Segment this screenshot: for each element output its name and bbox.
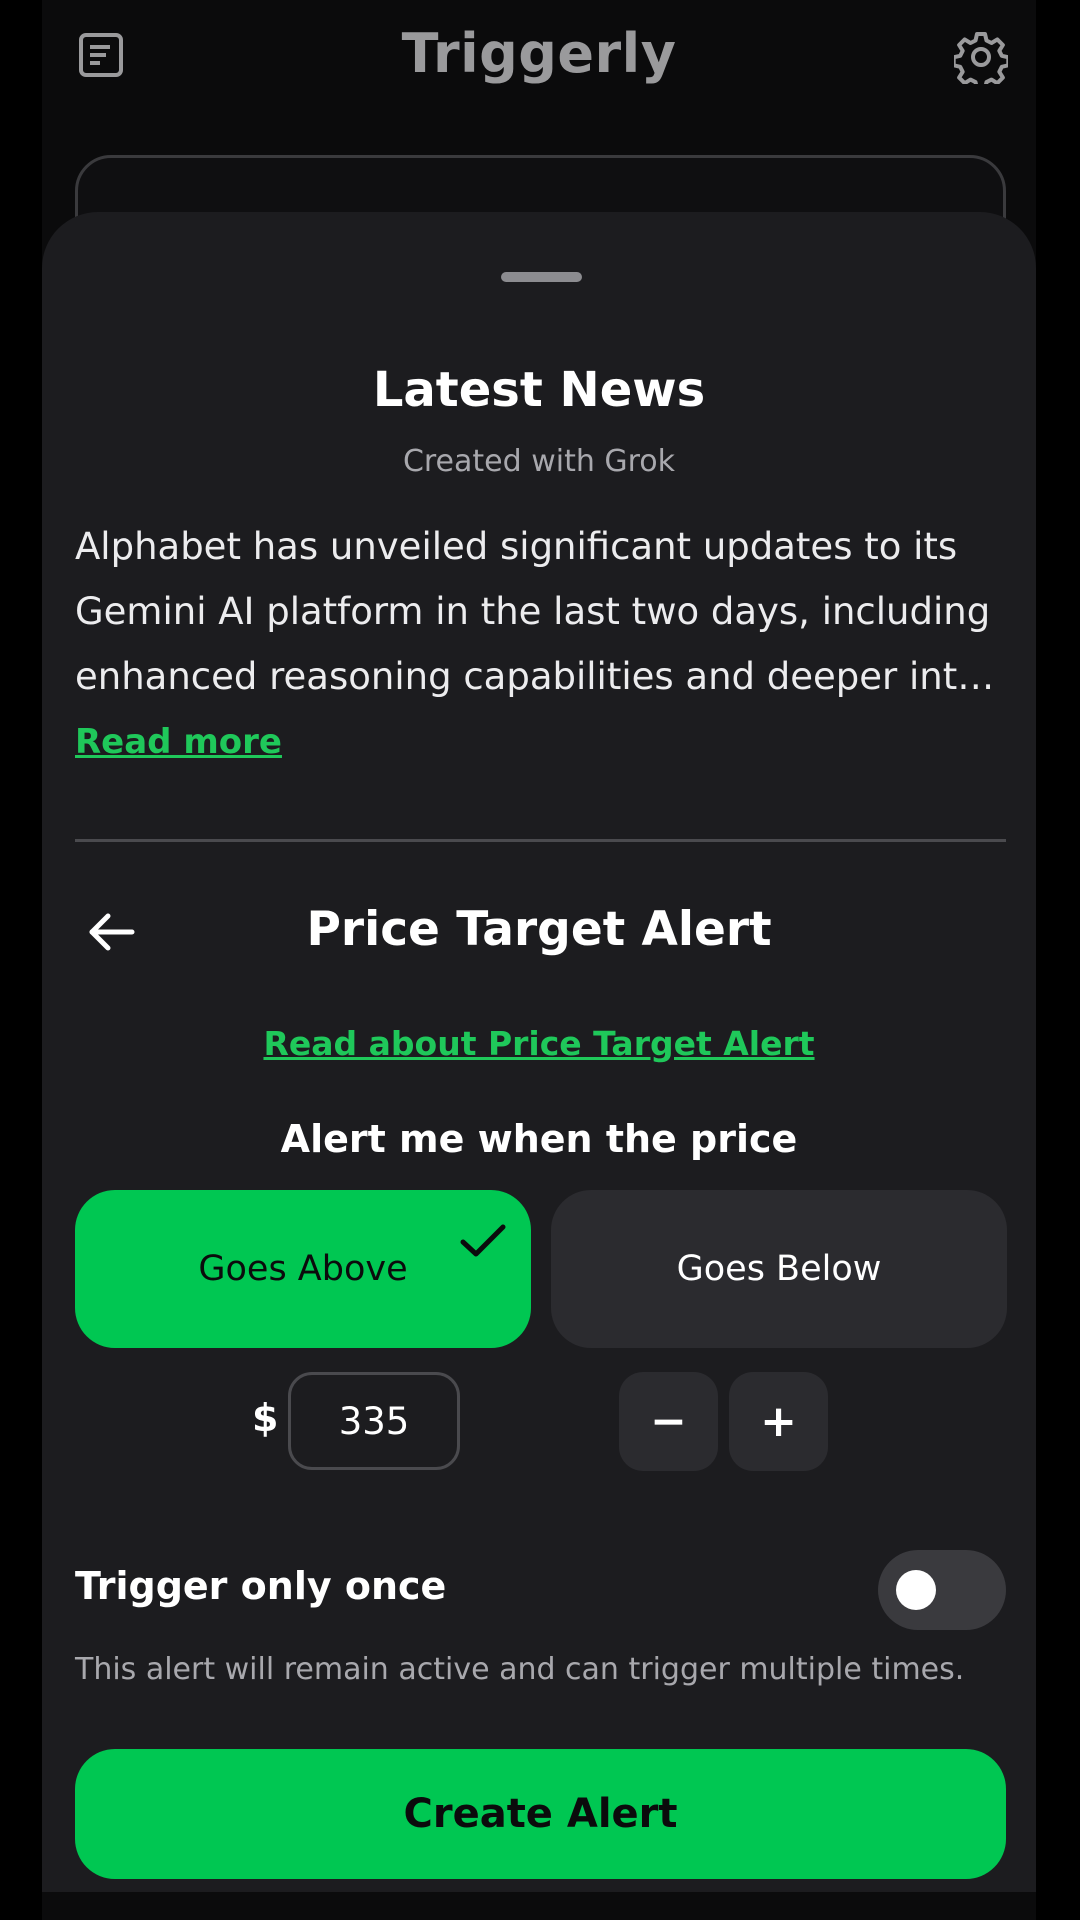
trigger-once-toggle[interactable] xyxy=(878,1550,1006,1630)
goes-below-label: Goes Below xyxy=(676,1249,882,1289)
checkmark-icon xyxy=(460,1224,506,1257)
trigger-help-text: This alert will remain active and can tr… xyxy=(75,1652,965,1687)
price-input[interactable] xyxy=(288,1372,460,1470)
news-body: Alphabet has unveiled significant update… xyxy=(75,525,995,698)
decrement-button[interactable]: − xyxy=(619,1372,718,1471)
gear-icon[interactable] xyxy=(954,30,1008,84)
news-title: Latest News xyxy=(372,362,706,418)
goes-below-option[interactable]: Goes Below xyxy=(551,1190,1007,1348)
currency-symbol: $ xyxy=(252,1396,279,1440)
goes-above-label: Goes Above xyxy=(198,1249,408,1289)
alert-prompt: Alert me when the price xyxy=(280,1117,798,1161)
top-bar: Triggerly xyxy=(42,0,1036,112)
increment-button[interactable]: + xyxy=(729,1372,828,1471)
app-title: Triggerly xyxy=(401,22,677,85)
app-screen: Triggerly Latest News Created with Grok … xyxy=(42,0,1036,1920)
toggle-knob xyxy=(896,1570,936,1610)
news-subtitle: Created with Grok xyxy=(402,444,676,479)
create-alert-button[interactable]: Create Alert xyxy=(75,1749,1006,1879)
alert-title: Price Target Alert xyxy=(306,902,772,957)
sheet-drag-handle[interactable] xyxy=(501,272,582,282)
divider xyxy=(75,839,1006,842)
trigger-once-label: Trigger only once xyxy=(75,1564,447,1608)
goes-above-option[interactable]: Goes Above xyxy=(75,1190,531,1348)
bottom-sheet: Latest News Created with Grok Alphabet h… xyxy=(42,212,1036,1892)
read-more-link[interactable]: Read more xyxy=(75,722,282,762)
read-about-link[interactable]: Read about Price Target Alert xyxy=(42,1024,1036,1063)
